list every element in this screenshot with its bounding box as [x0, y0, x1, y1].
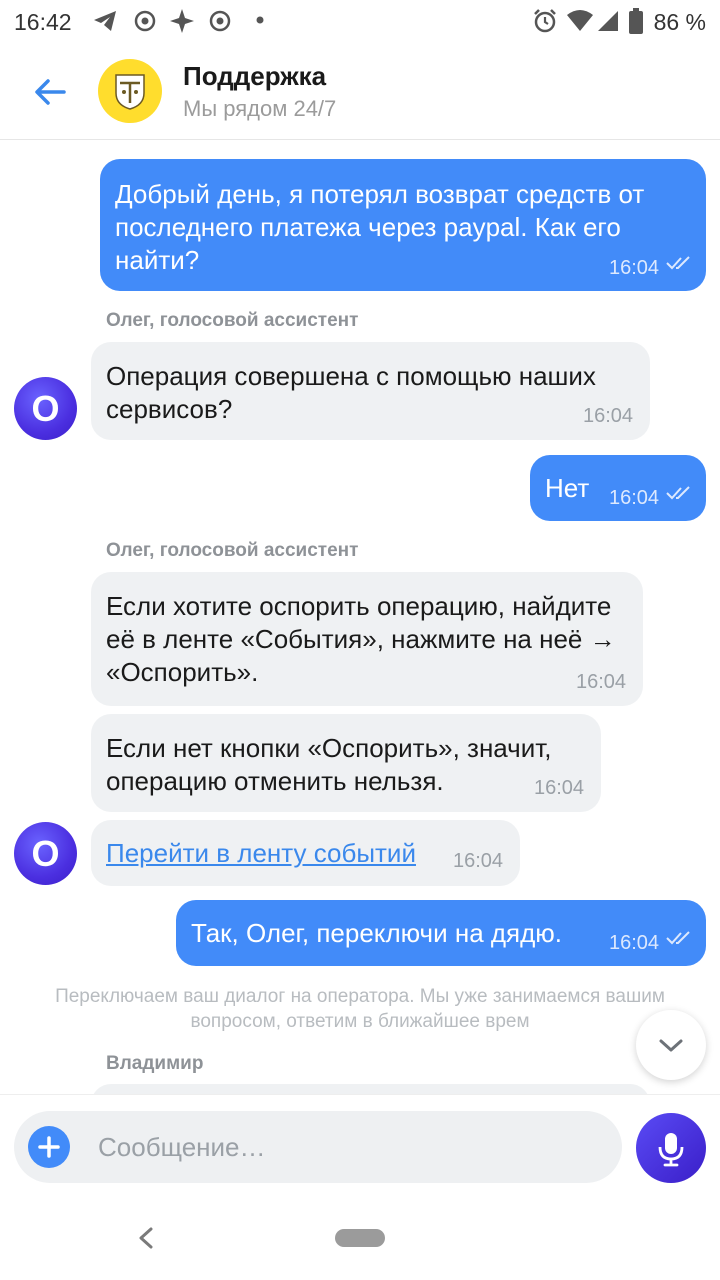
incoming-message[interactable]: Операция совершена с помощью наших серви…	[91, 342, 650, 440]
outgoing-message[interactable]: Так, Олег, переключи на дядю. 16:04	[176, 900, 706, 966]
incoming-message[interactable]: Если хотите оспорить операцию, найдите е…	[91, 572, 643, 706]
sparkle-icon	[170, 9, 194, 33]
nav-back-icon[interactable]	[136, 1226, 156, 1250]
chevron-down-icon	[659, 1039, 683, 1052]
support-logo-avatar[interactable]	[98, 59, 162, 123]
message-placeholder: Сообщение…	[98, 1132, 266, 1162]
system-note: Переключаем ваш диалог на оператора. Мы …	[55, 986, 665, 1032]
app-icon	[209, 10, 231, 32]
attach-button[interactable]	[28, 1126, 70, 1168]
wifi-icon	[567, 10, 593, 31]
message-time: 16:04	[609, 487, 660, 509]
signal-icon	[598, 11, 618, 31]
sender-name: Олег, голосовой ассистент	[106, 310, 359, 331]
message-time: 16:04	[453, 850, 504, 872]
events-feed-link[interactable]: Перейти в ленту событий	[106, 837, 416, 870]
message-time: 16:04	[576, 671, 627, 693]
incoming-message[interactable]: Если нет кнопки «Оспорить», значит, опер…	[91, 714, 601, 812]
sender-name: Олег, голосовой ассистент	[106, 540, 359, 561]
read-double-check-icon	[666, 486, 690, 500]
dot-icon	[256, 16, 264, 24]
message-input-bar: Сообщение…	[0, 1094, 720, 1200]
chat-title: Поддержка	[183, 61, 327, 91]
message-time: 16:04	[609, 257, 660, 279]
microphone-icon	[658, 1133, 684, 1167]
message-time: 16:04	[583, 405, 634, 427]
read-double-check-icon	[666, 931, 690, 945]
read-double-check-icon	[666, 256, 690, 270]
message-text: Нет	[545, 473, 590, 503]
message-text: Так, Олег, переключи на дядю.	[191, 918, 563, 948]
message-time: 16:04	[534, 777, 585, 799]
voice-message-button[interactable]	[636, 1113, 706, 1183]
scroll-to-bottom-button[interactable]	[636, 1010, 706, 1080]
bot-avatar[interactable]: О	[14, 822, 77, 885]
battery-percent: 86 %	[653, 9, 706, 35]
back-arrow-icon[interactable]	[30, 74, 70, 110]
chat-subtitle: Мы рядом 24/7	[183, 96, 337, 121]
telegram-icon	[94, 11, 116, 31]
status-bar: 16:42 86 %	[0, 0, 720, 46]
app-icon	[134, 10, 156, 32]
message-text: Добрый день, я потерял возврат средств о…	[115, 179, 645, 275]
outgoing-message[interactable]: Нет 16:04	[530, 455, 706, 521]
message-input[interactable]: Сообщение…	[14, 1111, 622, 1183]
incoming-message[interactable]	[91, 1084, 650, 1094]
message-list[interactable]: Добрый день, я потерял возврат средств о…	[0, 141, 720, 1094]
operator-name: Владимир	[106, 1053, 204, 1074]
incoming-message[interactable]: Перейти в ленту событий 16:04	[91, 820, 520, 886]
message-text: Если хотите оспорить операцию, найдите е…	[106, 591, 616, 687]
system-navigation-bar	[0, 1200, 720, 1280]
plus-icon	[38, 1136, 60, 1158]
status-time: 16:42	[14, 9, 72, 35]
nav-home-pill[interactable]	[335, 1229, 385, 1247]
message-time: 16:04	[609, 932, 660, 954]
bot-avatar[interactable]: О	[14, 377, 77, 440]
alarm-icon	[534, 9, 556, 33]
outgoing-message[interactable]: Добрый день, я потерял возврат средств о…	[100, 159, 706, 291]
message-text: Если нет кнопки «Оспорить», значит, опер…	[106, 733, 552, 796]
bank-shield-logo-icon	[115, 74, 145, 110]
battery-icon	[629, 8, 643, 34]
message-text: Операция совершена с помощью наших серви…	[106, 361, 596, 424]
chat-header: Поддержка Мы рядом 24/7	[0, 46, 720, 140]
